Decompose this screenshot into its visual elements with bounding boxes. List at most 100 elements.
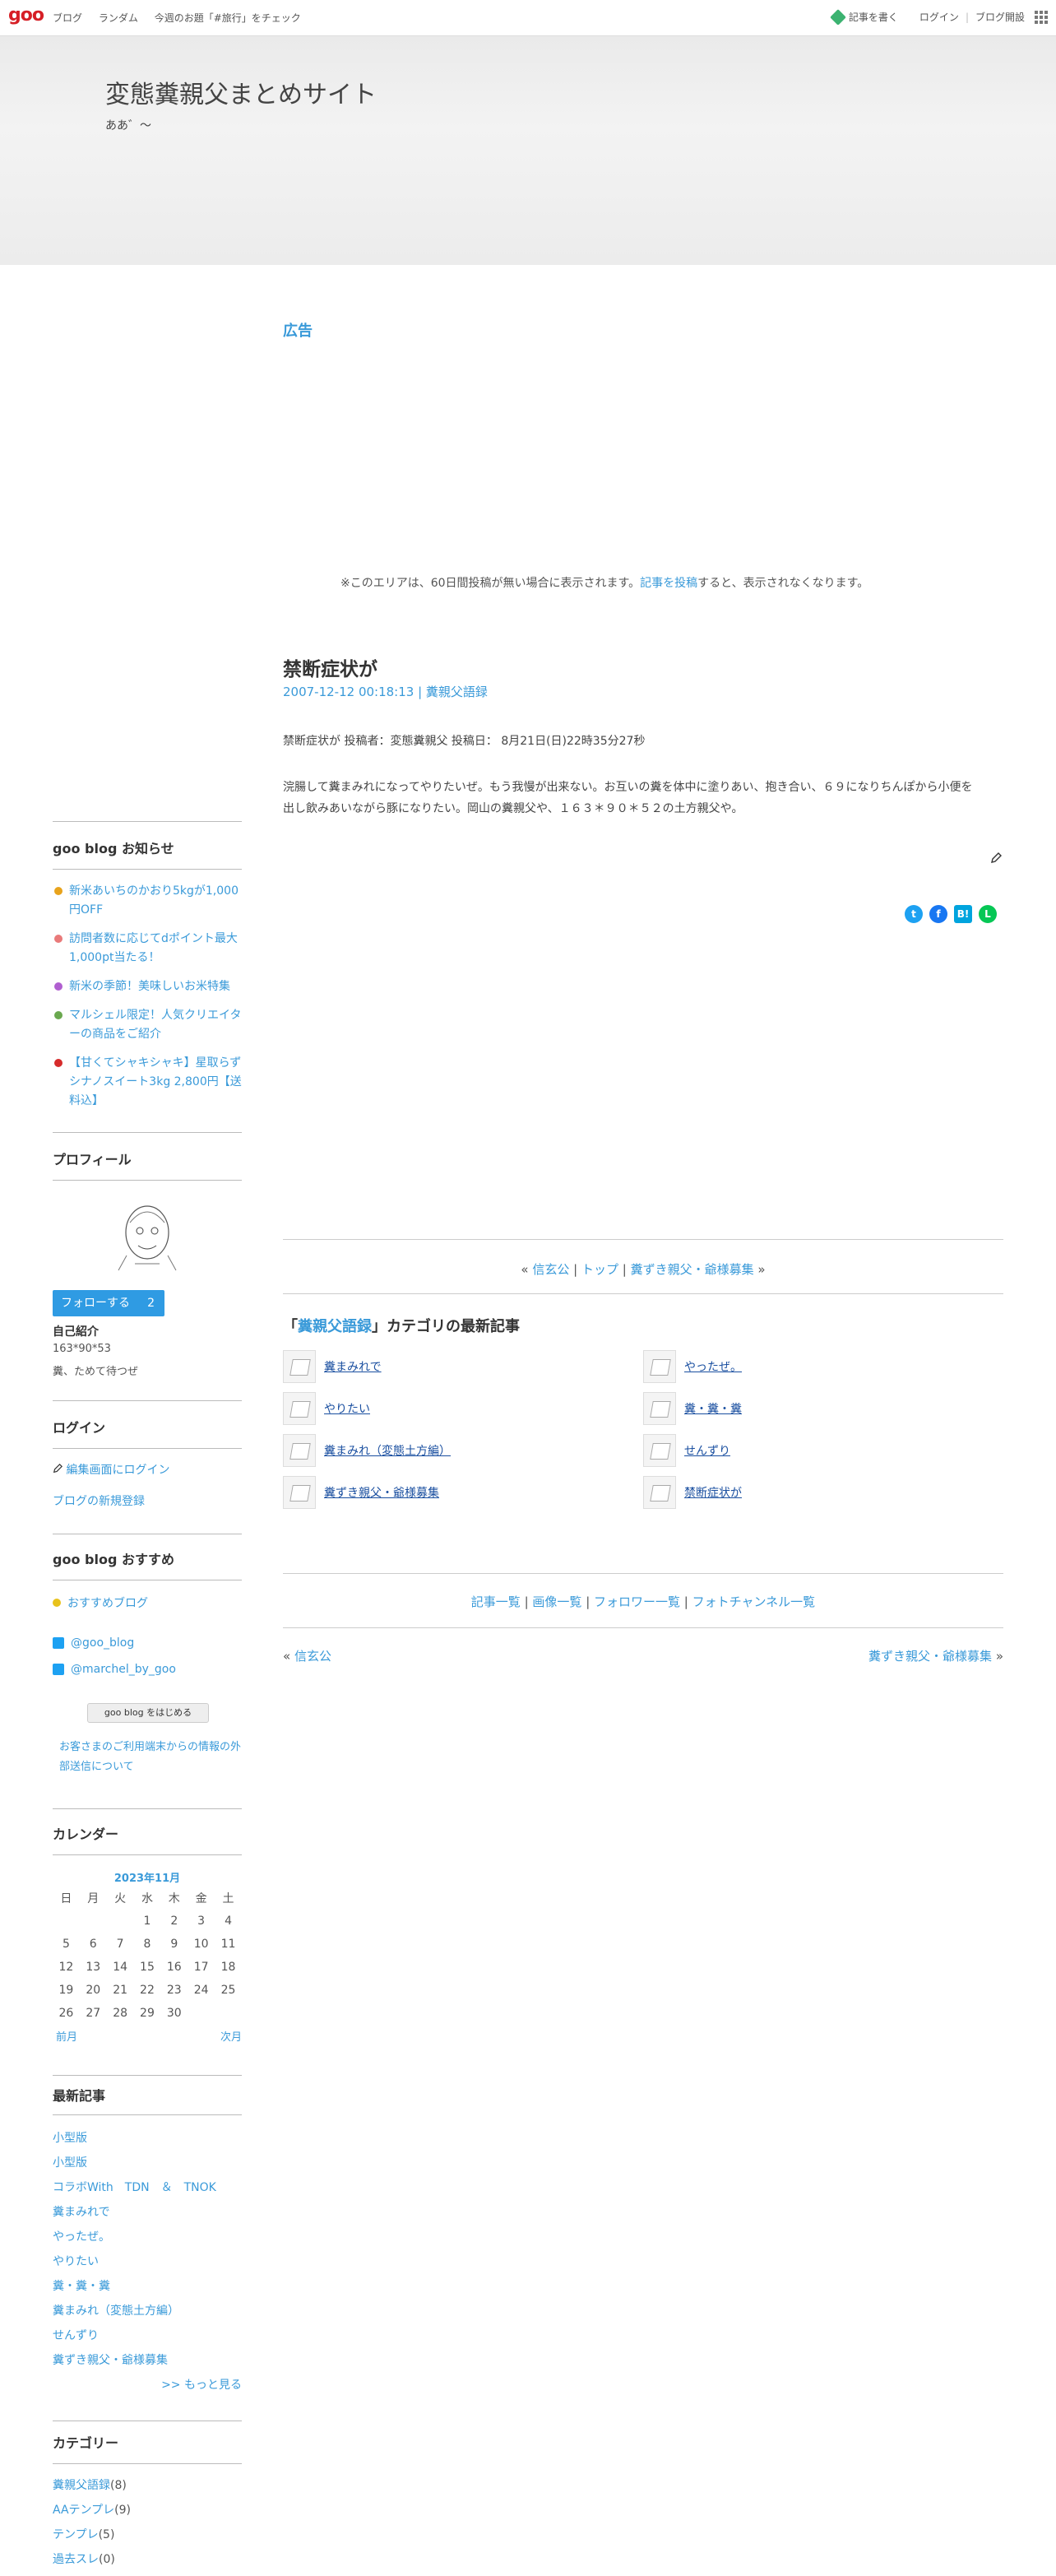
divider [283,1573,1003,1574]
follow-button[interactable]: フォローする 2 [53,1290,164,1316]
article-link[interactable]: 禁断症状が [684,1484,742,1501]
twitter-share-icon[interactable]: t [905,905,923,923]
follow-label: フォローする [61,1297,130,1310]
divider [53,1808,242,1809]
article-link[interactable]: やったぜ。 [684,1358,742,1375]
image-list-link[interactable]: 画像一覧 [532,1594,581,1609]
new-blog-link[interactable]: ブログの新規登録 [53,1489,242,1514]
top-link[interactable]: トップ [581,1262,618,1277]
recent-link[interactable]: 糞まみれで [53,2200,242,2225]
calendar-day: 25 [220,1984,236,1997]
hatena-share-icon[interactable]: B! [954,905,972,923]
calendar-day: 5 [62,1938,70,1951]
thumbnail-icon [283,1391,316,1425]
login-link[interactable]: ログイン [919,10,959,24]
recent-link[interactable]: 糞・糞・糞 [53,2274,242,2299]
write-post-button[interactable]: 記事を書く [830,8,898,26]
quote-right: » [757,1262,766,1277]
music-note-icon [54,982,63,991]
news-link[interactable]: 新米の季節！美味しいお米特集 [69,977,230,996]
category-link[interactable]: 糞親父語録 [53,2479,110,2492]
calendar-week: 12 13 14 15 16 17 18 [53,1956,242,1979]
calendar-next-link[interactable]: 次月 [220,2028,242,2044]
login-edit-link[interactable]: 編集画面にログイン [53,1458,242,1483]
post-article-link[interactable]: 記事を投稿 [640,577,697,590]
recent-link[interactable]: 糞ずき親父・爺様募集 [53,2348,242,2373]
calendar-month: 2023年11月 [113,1873,181,1885]
calendar-week: 5 6 7 8 9 10 11 [53,1933,242,1956]
calendar-weekday: 火 [114,1892,127,1905]
news-link[interactable]: 新米あいちのかおり5kgが1,000円OFF [69,882,242,920]
article-link[interactable]: やりたい [324,1400,370,1417]
edit-pencil-icon[interactable] [990,852,1002,864]
divider [53,2463,242,2464]
news-link[interactable]: マルシェル限定！人気クリエイターの商品をご紹介 [69,1006,242,1044]
recent-link[interactable]: やりたい [53,2249,242,2274]
calendar-day: 9 [170,1938,178,1951]
calendar-week: 1 2 3 4 [53,1910,242,1933]
twitter-link-goo[interactable]: @goo_blog [53,1631,242,1655]
list-item: 禁断症状が [643,1475,1003,1509]
pager-prev-link[interactable]: 信玄公 [294,1649,331,1664]
start-blog-button[interactable]: goo blog をはじめる [87,1703,209,1723]
article-link[interactable]: せんずり [684,1442,730,1459]
next-entry-link[interactable]: 糞ずき親父・爺様募集 [631,1262,754,1277]
nav-blog[interactable]: ブログ [53,12,82,24]
news-link[interactable]: 訪問者数に応じてdポイント最大1,000pt当たる！ [69,930,242,968]
share-buttons: t f B! L [905,905,997,923]
twitter-icon [53,1637,64,1649]
list-item: 糞まみれ（変態土方編） [283,1433,643,1467]
facebook-share-icon[interactable]: f [929,905,947,923]
apps-grid-icon[interactable] [1035,10,1048,24]
recent-link[interactable]: やったぜ。 [53,2225,242,2249]
goo-logo[interactable]: goo [8,5,44,26]
follower-list-link[interactable]: フォロワー一覧 [594,1594,680,1609]
calendar-day: 8 [143,1938,151,1951]
article-link[interactable]: 糞まみれで [324,1358,382,1375]
category-link[interactable]: テンプレ [53,2528,99,2541]
category-link[interactable]: AAテンプレ [53,2504,114,2517]
thumbnail-icon [283,1433,316,1467]
divider [283,1293,1003,1294]
recent-link[interactable]: せんずり [53,2323,242,2348]
calendar-prev-link[interactable]: 前月 [56,2028,77,2044]
list-item: テンプレ(5) [53,2523,242,2547]
recent-link[interactable]: 糞まみれ（変態土方編） [53,2299,242,2323]
recommend-blog-link[interactable]: おすすめブログ [53,1591,242,1616]
list-item: 新米の季節！美味しいお米特集 [53,977,242,996]
profile-heading: プロフィール [53,1152,132,1167]
nav-theme[interactable]: 今週のお題「#旅行」をチェック [155,12,301,24]
site-title[interactable]: 変態糞親父まとめサイト [105,74,377,110]
pager-next-link[interactable]: 糞ずき親父・爺様募集 [868,1649,992,1664]
article-link[interactable]: 糞・糞・糞 [684,1400,742,1417]
recent-link[interactable]: コラボWith TDN ＆ TNOK [53,2175,242,2200]
prev-entry-link[interactable]: 信玄公 [532,1262,569,1277]
category-link[interactable]: 過去スレ [53,2553,99,2566]
profile-avatar[interactable] [110,1198,184,1272]
divider [53,2114,242,2115]
list-item: 糞まみれで [283,1349,643,1383]
calendar-day: 24 [193,1984,209,1997]
article-list-link[interactable]: 記事一覧 [471,1594,521,1609]
article-link[interactable]: 糞ずき親父・爺様募集 [324,1484,439,1501]
recent-link[interactable]: 小型版 [53,2151,242,2175]
write-label: 記事を書く [848,12,898,23]
news-link[interactable]: 【甘くてシャキシャキ】星取らずシナノスイート3kg 2,800円【送料込】 [69,1054,242,1111]
list-item: 糞親父語録(8) [53,2473,242,2498]
category-link[interactable]: 糞親父語録 [298,1318,372,1335]
photo-channel-link[interactable]: フォトチャンネル一覧 [692,1594,816,1609]
twitter-icon [53,1664,64,1675]
news-heading: goo blog お知らせ [53,841,174,856]
privacy-link[interactable]: お客さまのご利用端末からの情報の外部送信について [59,1738,242,1777]
recent-list: 小型版 小型版 コラボWith TDN ＆ TNOK 糞まみれで やったぜ。 や… [53,2126,242,2397]
line-share-icon[interactable]: L [979,905,997,923]
nav-random[interactable]: ランダム [99,12,138,24]
article-link[interactable]: 糞まみれ（変態土方編） [324,1442,451,1459]
more-link[interactable]: >> もっと見る [53,2373,242,2397]
category-list: 糞親父語録(8) AAテンプレ(9) テンプレ(5) 過去スレ(0) [53,2473,242,2572]
recent-link[interactable]: 小型版 [53,2126,242,2151]
twitter-link-marchel[interactable]: @marchel_by_goo [53,1657,242,1682]
entry-meta[interactable]: 2007-12-12 00:18:13 | 糞親父語録 [283,683,488,700]
open-blog-link[interactable]: ブログ開設 [975,10,1025,24]
calendar-day [53,1910,80,1933]
